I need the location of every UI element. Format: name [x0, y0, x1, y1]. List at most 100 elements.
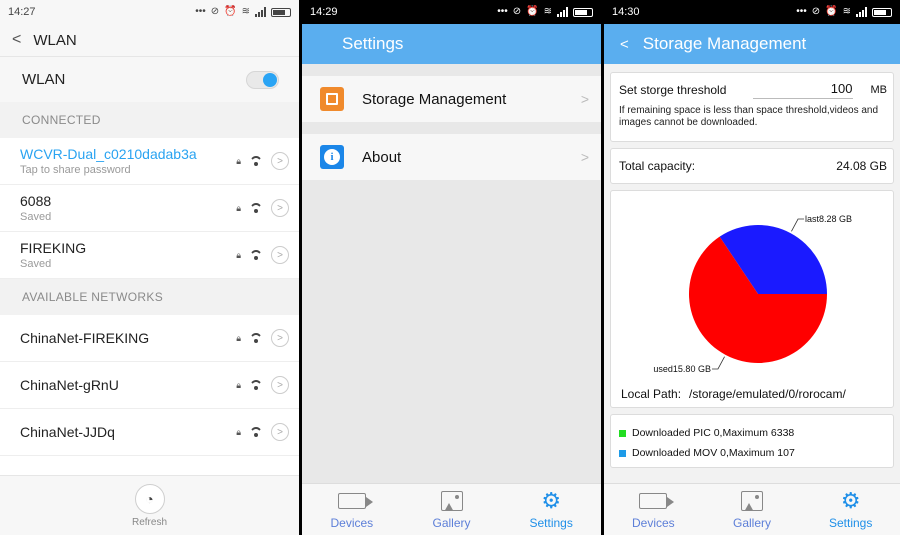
- pie-leader-line: [711, 356, 725, 370]
- chevron-right-icon: >: [580, 91, 589, 107]
- nav-label: Devices: [631, 515, 675, 530]
- nav-settings[interactable]: ⚙ Settings: [501, 484, 601, 535]
- network-item[interactable]: ChinaNet-gRnU 🔒︎ >: [0, 362, 299, 409]
- network-item[interactable]: 6088 Saved 🔒︎ >: [0, 185, 299, 232]
- signal-icon: [255, 7, 266, 17]
- refresh-button[interactable]: Refresh: [132, 517, 167, 528]
- nav-gallery[interactable]: Gallery: [402, 484, 502, 535]
- available-header: AVAILABLE NETWORKS: [0, 279, 299, 315]
- pie-label: used15.80 GB: [653, 364, 711, 374]
- connected-list: WCVR-Dual_c0210dadab3a Tap to share pass…: [0, 138, 299, 279]
- wifi-icon: [249, 203, 263, 213]
- local-path-label: Local Path:: [621, 387, 682, 401]
- page-title: WLAN: [33, 31, 77, 49]
- network-detail-icon[interactable]: >: [271, 199, 289, 217]
- gallery-icon: [440, 490, 463, 511]
- storage-pie-chart: last8.28 GB used15.80 GB: [653, 214, 852, 374]
- pie-leader-line: [791, 218, 805, 232]
- download-pic-text: Downloaded PIC 0,Maximum 6338: [632, 427, 795, 439]
- capacity-card: Total capacity: 24.08 GB: [610, 148, 894, 184]
- gear-icon: ⚙: [840, 487, 861, 513]
- download-pic-row: Downloaded PIC 0,Maximum 6338: [619, 423, 885, 443]
- threshold-input[interactable]: 100: [752, 81, 853, 99]
- status-time: 14:27: [8, 6, 36, 18]
- nav-label: Gallery: [432, 515, 471, 530]
- local-path-value: /storage/emulated/0/rorocam/: [689, 387, 846, 401]
- network-sub: Tap to share password: [20, 164, 131, 176]
- camera-icon: [639, 492, 675, 509]
- threshold-note: If remaining space is less than space th…: [619, 105, 879, 128]
- network-name: WCVR-Dual_c0210dadab3a: [20, 146, 197, 162]
- alarm-icon: ⏰: [526, 6, 539, 17]
- nav-settings[interactable]: ⚙ Settings: [801, 484, 900, 535]
- refresh-icon[interactable]: ◔: [134, 483, 165, 514]
- download-mov-row: Downloaded MOV 0,Maximum 107: [619, 443, 885, 463]
- network-item[interactable]: ChinaNet-FIREKING 🔒︎ >: [0, 315, 299, 362]
- network-item[interactable]: ChinaNet-JJDq 🔒︎ >: [0, 409, 299, 456]
- wifi-status-icon: ≋: [241, 6, 250, 17]
- status-icons: ••• ⊘ ⏰ ≋: [497, 7, 593, 17]
- lock-icon: 🔒︎: [236, 249, 241, 260]
- back-icon[interactable]: <: [620, 36, 629, 53]
- page-title: Settings: [342, 34, 404, 53]
- pie-label: last8.28 GB: [805, 214, 852, 224]
- gallery-icon: [741, 490, 763, 511]
- settings-group: Storage Management >: [302, 76, 601, 122]
- nav-gallery[interactable]: Gallery: [703, 484, 802, 535]
- network-detail-icon[interactable]: >: [271, 329, 289, 347]
- storage-screen: 14:30 ••• ⊘ ⏰ ≋ < Storage Management Set…: [604, 0, 900, 535]
- mute-icon: ⊘: [512, 6, 522, 17]
- settings-item-label: Storage Management: [362, 90, 507, 108]
- battery-icon: [573, 7, 593, 17]
- mute-icon: ⊘: [210, 6, 220, 17]
- network-detail-icon[interactable]: >: [271, 152, 289, 170]
- camera-icon: [337, 492, 373, 509]
- wlan-header: < WLAN: [0, 24, 299, 56]
- mov-swatch: [619, 449, 626, 457]
- nav-label: Devices: [330, 515, 374, 530]
- wifi-status-icon: ≋: [842, 6, 851, 17]
- bottom-nav: Devices Gallery ⚙ Settings: [302, 483, 601, 535]
- lock-icon: 🔒︎: [236, 202, 241, 213]
- status-icons: ••• ⊘ ⏰ ≋: [195, 7, 291, 17]
- wlan-screen: 14:27 ••• ⊘ ⏰ ≋ < WLAN WLAN CONNECTED WC…: [0, 0, 299, 535]
- network-item[interactable]: WCVR-Dual_c0210dadab3a Tap to share pass…: [0, 138, 299, 185]
- network-name: 6088: [20, 193, 52, 209]
- storage-icon: [320, 87, 344, 111]
- lock-icon: 🔒︎: [236, 379, 241, 390]
- wifi-status-icon: ≋: [543, 6, 552, 17]
- lock-icon: 🔒︎: [236, 332, 241, 343]
- bottom-nav: Devices Gallery ⚙ Settings: [604, 483, 900, 535]
- nav-devices[interactable]: Devices: [604, 484, 703, 535]
- available-list: ChinaNet-FIREKING 🔒︎ > ChinaNet-gRnU 🔒︎ > …: [0, 315, 299, 456]
- wifi-icon: [249, 156, 263, 166]
- connected-header: CONNECTED: [0, 102, 299, 138]
- network-name: ChinaNet-gRnU: [20, 377, 119, 393]
- network-detail-icon[interactable]: >: [271, 246, 289, 264]
- network-sub: Saved: [20, 211, 52, 223]
- gear-icon: ⚙: [541, 487, 562, 513]
- wifi-icon: [249, 333, 263, 343]
- pic-swatch: [619, 429, 626, 437]
- network-item[interactable]: FIREKING Saved 🔒︎ >: [0, 232, 299, 279]
- alarm-icon: ⏰: [825, 6, 838, 17]
- nav-devices[interactable]: Devices: [302, 484, 402, 535]
- wifi-icon: [249, 250, 263, 260]
- back-icon[interactable]: <: [12, 31, 21, 49]
- mute-icon: ⊘: [811, 6, 821, 17]
- wlan-toggle[interactable]: [246, 70, 279, 89]
- download-mov-text: Downloaded MOV 0,Maximum 107: [632, 447, 795, 459]
- wifi-icon: [249, 427, 263, 437]
- app-header: < Storage Management: [604, 24, 900, 64]
- local-path-row: Local Path: /storage/emulated/0/rorocam/: [621, 387, 846, 401]
- alarm-icon: ⏰: [224, 6, 237, 17]
- settings-item-storage[interactable]: Storage Management >: [302, 76, 601, 122]
- network-detail-icon[interactable]: >: [271, 376, 289, 394]
- capacity-label: Total capacity:: [619, 159, 696, 173]
- nav-label: Settings: [829, 515, 873, 530]
- status-time: 14:29: [310, 6, 338, 18]
- network-detail-icon[interactable]: >: [271, 423, 289, 441]
- wlan-toggle-row[interactable]: WLAN: [0, 56, 299, 102]
- threshold-unit: MB: [870, 84, 888, 96]
- settings-item-about[interactable]: i About >: [302, 134, 601, 180]
